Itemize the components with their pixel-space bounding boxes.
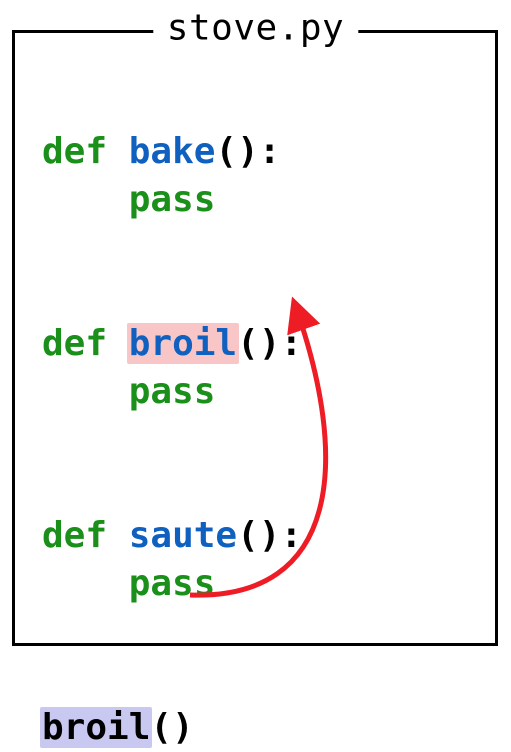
paren-colon: (): — [215, 131, 280, 172]
fn-saute: saute — [129, 515, 237, 556]
line-call-broil: broil() — [42, 707, 194, 748]
paren-colon: (): — [237, 515, 302, 556]
line-pass-saute: pass — [42, 563, 215, 604]
keyword-def: def — [42, 131, 107, 172]
keyword-pass: pass — [129, 371, 216, 412]
line-def-saute: def saute(): — [42, 515, 302, 556]
file-title: stove.py — [153, 7, 358, 48]
line-pass-bake: pass — [42, 179, 215, 220]
line-def-broil: def broil(): — [42, 323, 302, 364]
line-def-bake: def bake(): — [42, 131, 280, 172]
keyword-def: def — [42, 323, 107, 364]
fn-broil-def: broil — [127, 323, 239, 364]
keyword-def: def — [42, 515, 107, 556]
fn-broil-call: broil — [40, 707, 152, 748]
keyword-pass: pass — [129, 179, 216, 220]
paren-colon: (): — [237, 323, 302, 364]
keyword-pass: pass — [129, 563, 216, 604]
line-pass-broil: pass — [42, 371, 215, 412]
fn-bake: bake — [129, 131, 216, 172]
paren: () — [150, 707, 193, 748]
code-block: def bake(): pass def broil(): pass def s… — [42, 80, 302, 752]
